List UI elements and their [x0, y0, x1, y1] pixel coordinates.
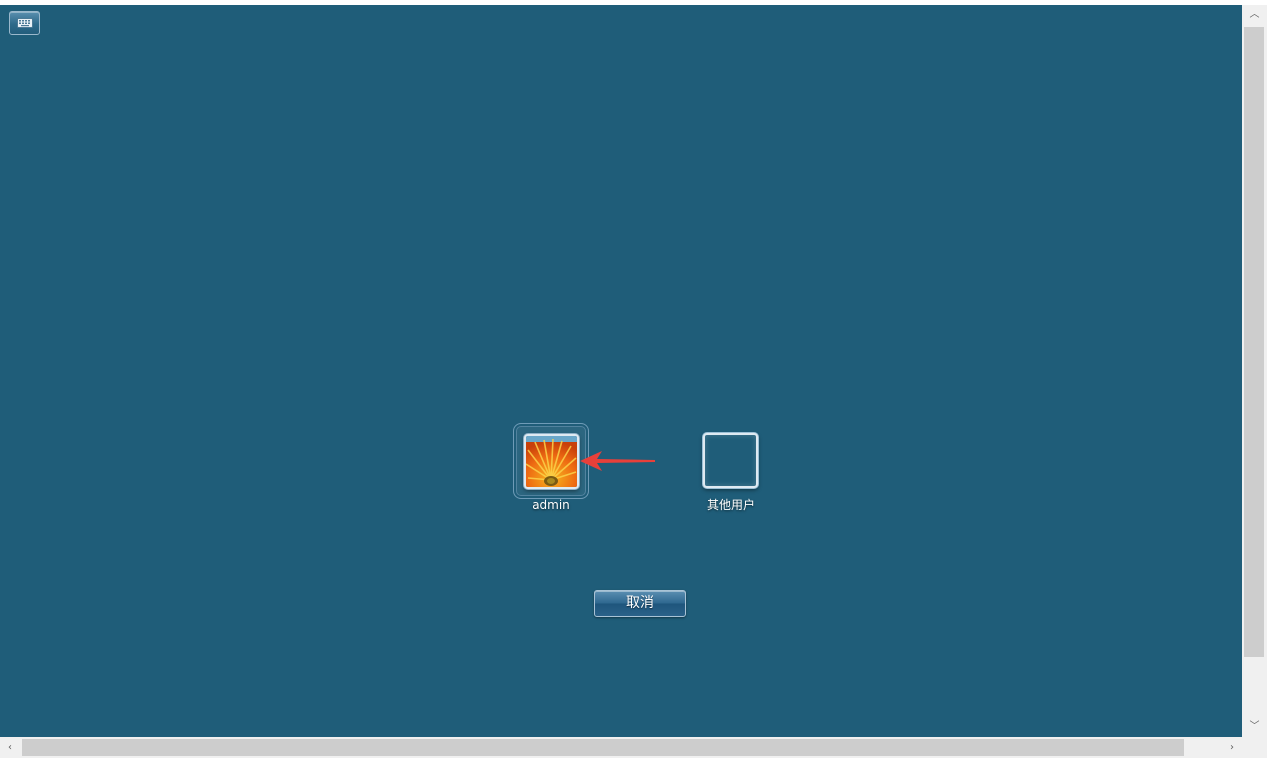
on-screen-keyboard-button[interactable]	[9, 11, 40, 35]
red-arrow-icon	[580, 451, 655, 471]
horizontal-scrollbar[interactable]: ‹ ›	[0, 737, 1242, 758]
scroll-up-icon[interactable]: ︿	[1242, 5, 1267, 25]
vertical-scroll-thumb[interactable]	[1244, 27, 1264, 657]
scroll-right-icon[interactable]: ›	[1222, 737, 1242, 758]
remote-desktop-window: admin 其他用户 取消 ︿ ﹀ ‹ ›	[0, 0, 1267, 758]
scroll-down-icon[interactable]: ﹀	[1242, 717, 1267, 737]
user-picture-blank	[703, 433, 758, 488]
user-name-label: 其他用户	[706, 498, 755, 512]
user-tile-frame	[693, 423, 769, 499]
user-name-label: admin	[532, 498, 570, 512]
user-tile-other-user[interactable]: 其他用户	[681, 423, 781, 513]
cancel-button[interactable]: 取消	[594, 590, 686, 617]
orange-flower-image	[526, 436, 577, 487]
logon-screen: admin 其他用户 取消	[0, 5, 1242, 737]
user-picture-admin	[524, 434, 579, 489]
vertical-scrollbar[interactable]: ︿ ﹀	[1242, 5, 1267, 737]
scrollbar-corner	[1242, 737, 1267, 758]
keyboard-icon	[16, 18, 33, 28]
horizontal-scroll-thumb[interactable]	[22, 739, 1184, 756]
scroll-left-icon[interactable]: ‹	[0, 737, 20, 758]
